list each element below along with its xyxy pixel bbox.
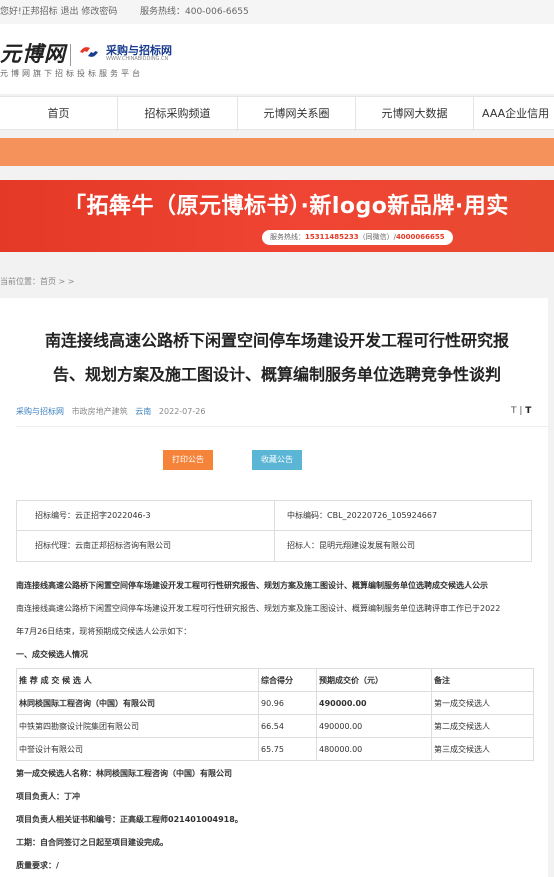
chinabidding-logo-icon: [80, 47, 98, 57]
table-row: 林同棪国际工程咨询（中国）有限公司 90.96 490000.00 第一成交候选…: [16, 691, 534, 715]
banner-hotline-number-1: 15311485233: [305, 233, 359, 241]
partner-logo-url: WWW.CHINABIDDING.CN: [106, 56, 169, 62]
main-nav: 首页 招标采购频道 元博网关系圈 元博网大数据 AAA企业信用: [0, 96, 554, 131]
logo-tagline: 元博网旗下招标投标服务平台: [0, 69, 143, 78]
table-cell: 中誉设计有限公司: [16, 737, 259, 761]
notice-paragraph-line-2: 年7月26日结束，现将预期成交候选人公示如下：: [16, 627, 192, 636]
logo-divider: [70, 44, 71, 66]
table-header-row: 推 荐 成 交 候 选 人 综合得分 预期成交价（元） 备注: [16, 668, 534, 692]
info-row: 招标代理：云南正邦招标咨询有限公司 招标人：昆明元翔建设发展有限公司: [17, 531, 531, 561]
banner-hotline-note: （同微信）/: [358, 233, 396, 241]
print-button[interactable]: 打印公告: [163, 450, 213, 470]
construction-period: 工期：自合同签订之日起至项目建设完成。: [16, 838, 168, 847]
table-header: 综合得分: [258, 668, 317, 692]
tenderer: 招标人：昆明元翔建设发展有限公司: [274, 531, 531, 561]
table-cell: 490000.00: [316, 714, 432, 738]
font-size-large-button[interactable]: T: [525, 406, 531, 416]
site-logo[interactable]: 元博网: [0, 38, 66, 68]
table-header: 预期成交价（元）: [316, 668, 432, 692]
leader-certificate: 项目负责人相关证书和编号：正高级工程师021401004918。: [16, 815, 243, 824]
table-cell: 第三成交候选人: [431, 737, 534, 761]
article-panel: 南连接线高速公路桥下闲置空间停车场建设开发工程可行性研究报 告、规划方案及施工图…: [0, 298, 548, 877]
table-cell: 480000.00: [316, 737, 432, 761]
table-cell: 66.54: [258, 714, 317, 738]
article-meta: 采购与招标网 市政房地产建筑 云南 2022-07-26: [16, 406, 205, 417]
top-bar: 您好!正邦招标 退出 修改密码 服务热线：400-006-6655: [0, 0, 554, 24]
table-cell: 中铁第四勘察设计院集团有限公司: [16, 714, 259, 738]
table-cell: 490000.00: [316, 691, 432, 715]
table-cell: 65.75: [258, 737, 317, 761]
favorite-button[interactable]: 收藏公告: [252, 450, 302, 470]
banner-hotline: 服务热线：15311485233（同微信）/4000066655: [262, 230, 453, 245]
banner-headline: 「拓犇牛（原元博标书）·新logo新品牌·用实: [64, 194, 509, 219]
bid-agent: 招标代理：云南正邦招标咨询有限公司: [35, 541, 171, 550]
user-links[interactable]: 您好!正邦招标 退出 修改密码: [0, 0, 117, 24]
font-size-switch: T | T: [511, 406, 532, 416]
win-code: 中标编码：CBL_20220726_105924667: [274, 501, 531, 530]
promo-banner[interactable]: 「拓犇牛（原元博标书）·新logo新品牌·用实 服务热线：15311485233…: [0, 180, 554, 252]
nav-item-home[interactable]: 首页: [0, 97, 118, 131]
candidates-table: 推 荐 成 交 候 选 人 综合得分 预期成交价（元） 备注 林同棪国际工程咨询…: [16, 668, 534, 761]
nav-item-bidding-channel[interactable]: 招标采购频道: [118, 97, 238, 131]
page-title: 南连接线高速公路桥下闲置空间停车场建设开发工程可行性研究报 告、规划方案及施工图…: [22, 324, 532, 392]
notice-paragraph-line-1: 南连接线高速公路桥下闲置空间停车场建设开发工程可行性研究报告、规划方案及施工图设…: [16, 604, 501, 613]
divider: [16, 426, 548, 427]
bid-number: 招标编号：云正招字2022046-3: [35, 511, 151, 520]
nav-item-credit[interactable]: AAA企业信用: [474, 97, 554, 131]
meta-location[interactable]: 云南: [135, 407, 151, 416]
first-candidate-name: 第一成交候选人名称：林同棪国际工程咨询（中国）有限公司: [16, 769, 232, 778]
meta-date: 2022-07-26: [158, 407, 206, 416]
title-line-2: 告、规划方案及施工图设计、概算编制服务单位选聘竞争性谈判: [52, 365, 501, 384]
notice-heading: 南连接线高速公路桥下闲置空间停车场建设开发工程可行性研究报告、规划方案及施工图设…: [16, 581, 488, 590]
table-cell: 第一成交候选人: [431, 691, 534, 715]
table-cell: 90.96: [258, 691, 317, 715]
meta-source[interactable]: 采购与招标网: [16, 407, 64, 416]
banner-hotline-number-2: 4000066655: [395, 233, 445, 241]
table-row: 中铁第四勘察设计院集团有限公司 66.54 490000.00 第二成交候选人: [16, 714, 534, 738]
section-heading: 一、成交候选人情况: [16, 650, 88, 659]
info-row: 招标编号：云正招字2022046-3 中标编码：CBL_20220726_105…: [17, 501, 531, 531]
project-leader: 项目负责人：丁冲: [16, 792, 80, 801]
table-cell: 第二成交候选人: [431, 714, 534, 738]
nav-item-big-data[interactable]: 元博网大数据: [356, 97, 474, 131]
sub-nav-bar: [0, 138, 554, 166]
meta-category: 市政房地产建筑: [71, 407, 128, 416]
breadcrumb[interactable]: 当前位置：首页 > >: [0, 276, 75, 287]
banner-hotline-label: 服务热线：: [270, 233, 305, 241]
table-header: 备注: [431, 668, 534, 692]
quality-requirement: 质量要求：/: [16, 861, 59, 870]
table-row: 中誉设计有限公司 65.75 480000.00 第三成交候选人: [16, 737, 534, 761]
table-header: 推 荐 成 交 候 选 人: [16, 668, 259, 692]
bid-info-table: 招标编号：云正招字2022046-3 中标编码：CBL_20220726_105…: [16, 500, 532, 562]
font-size-small-button[interactable]: T: [511, 406, 517, 416]
service-hotline: 服务热线：400-006-6655: [140, 7, 249, 17]
title-line-1: 南连接线高速公路桥下闲置空间停车场建设开发工程可行性研究报: [44, 331, 509, 350]
nav-item-relation-circle[interactable]: 元博网关系圈: [238, 97, 356, 131]
table-cell: 林同棪国际工程咨询（中国）有限公司: [16, 691, 259, 715]
site-header: 元博网 采购与招标网 WWW.CHINABIDDING.CN 元博网旗下招标投标…: [0, 24, 554, 94]
